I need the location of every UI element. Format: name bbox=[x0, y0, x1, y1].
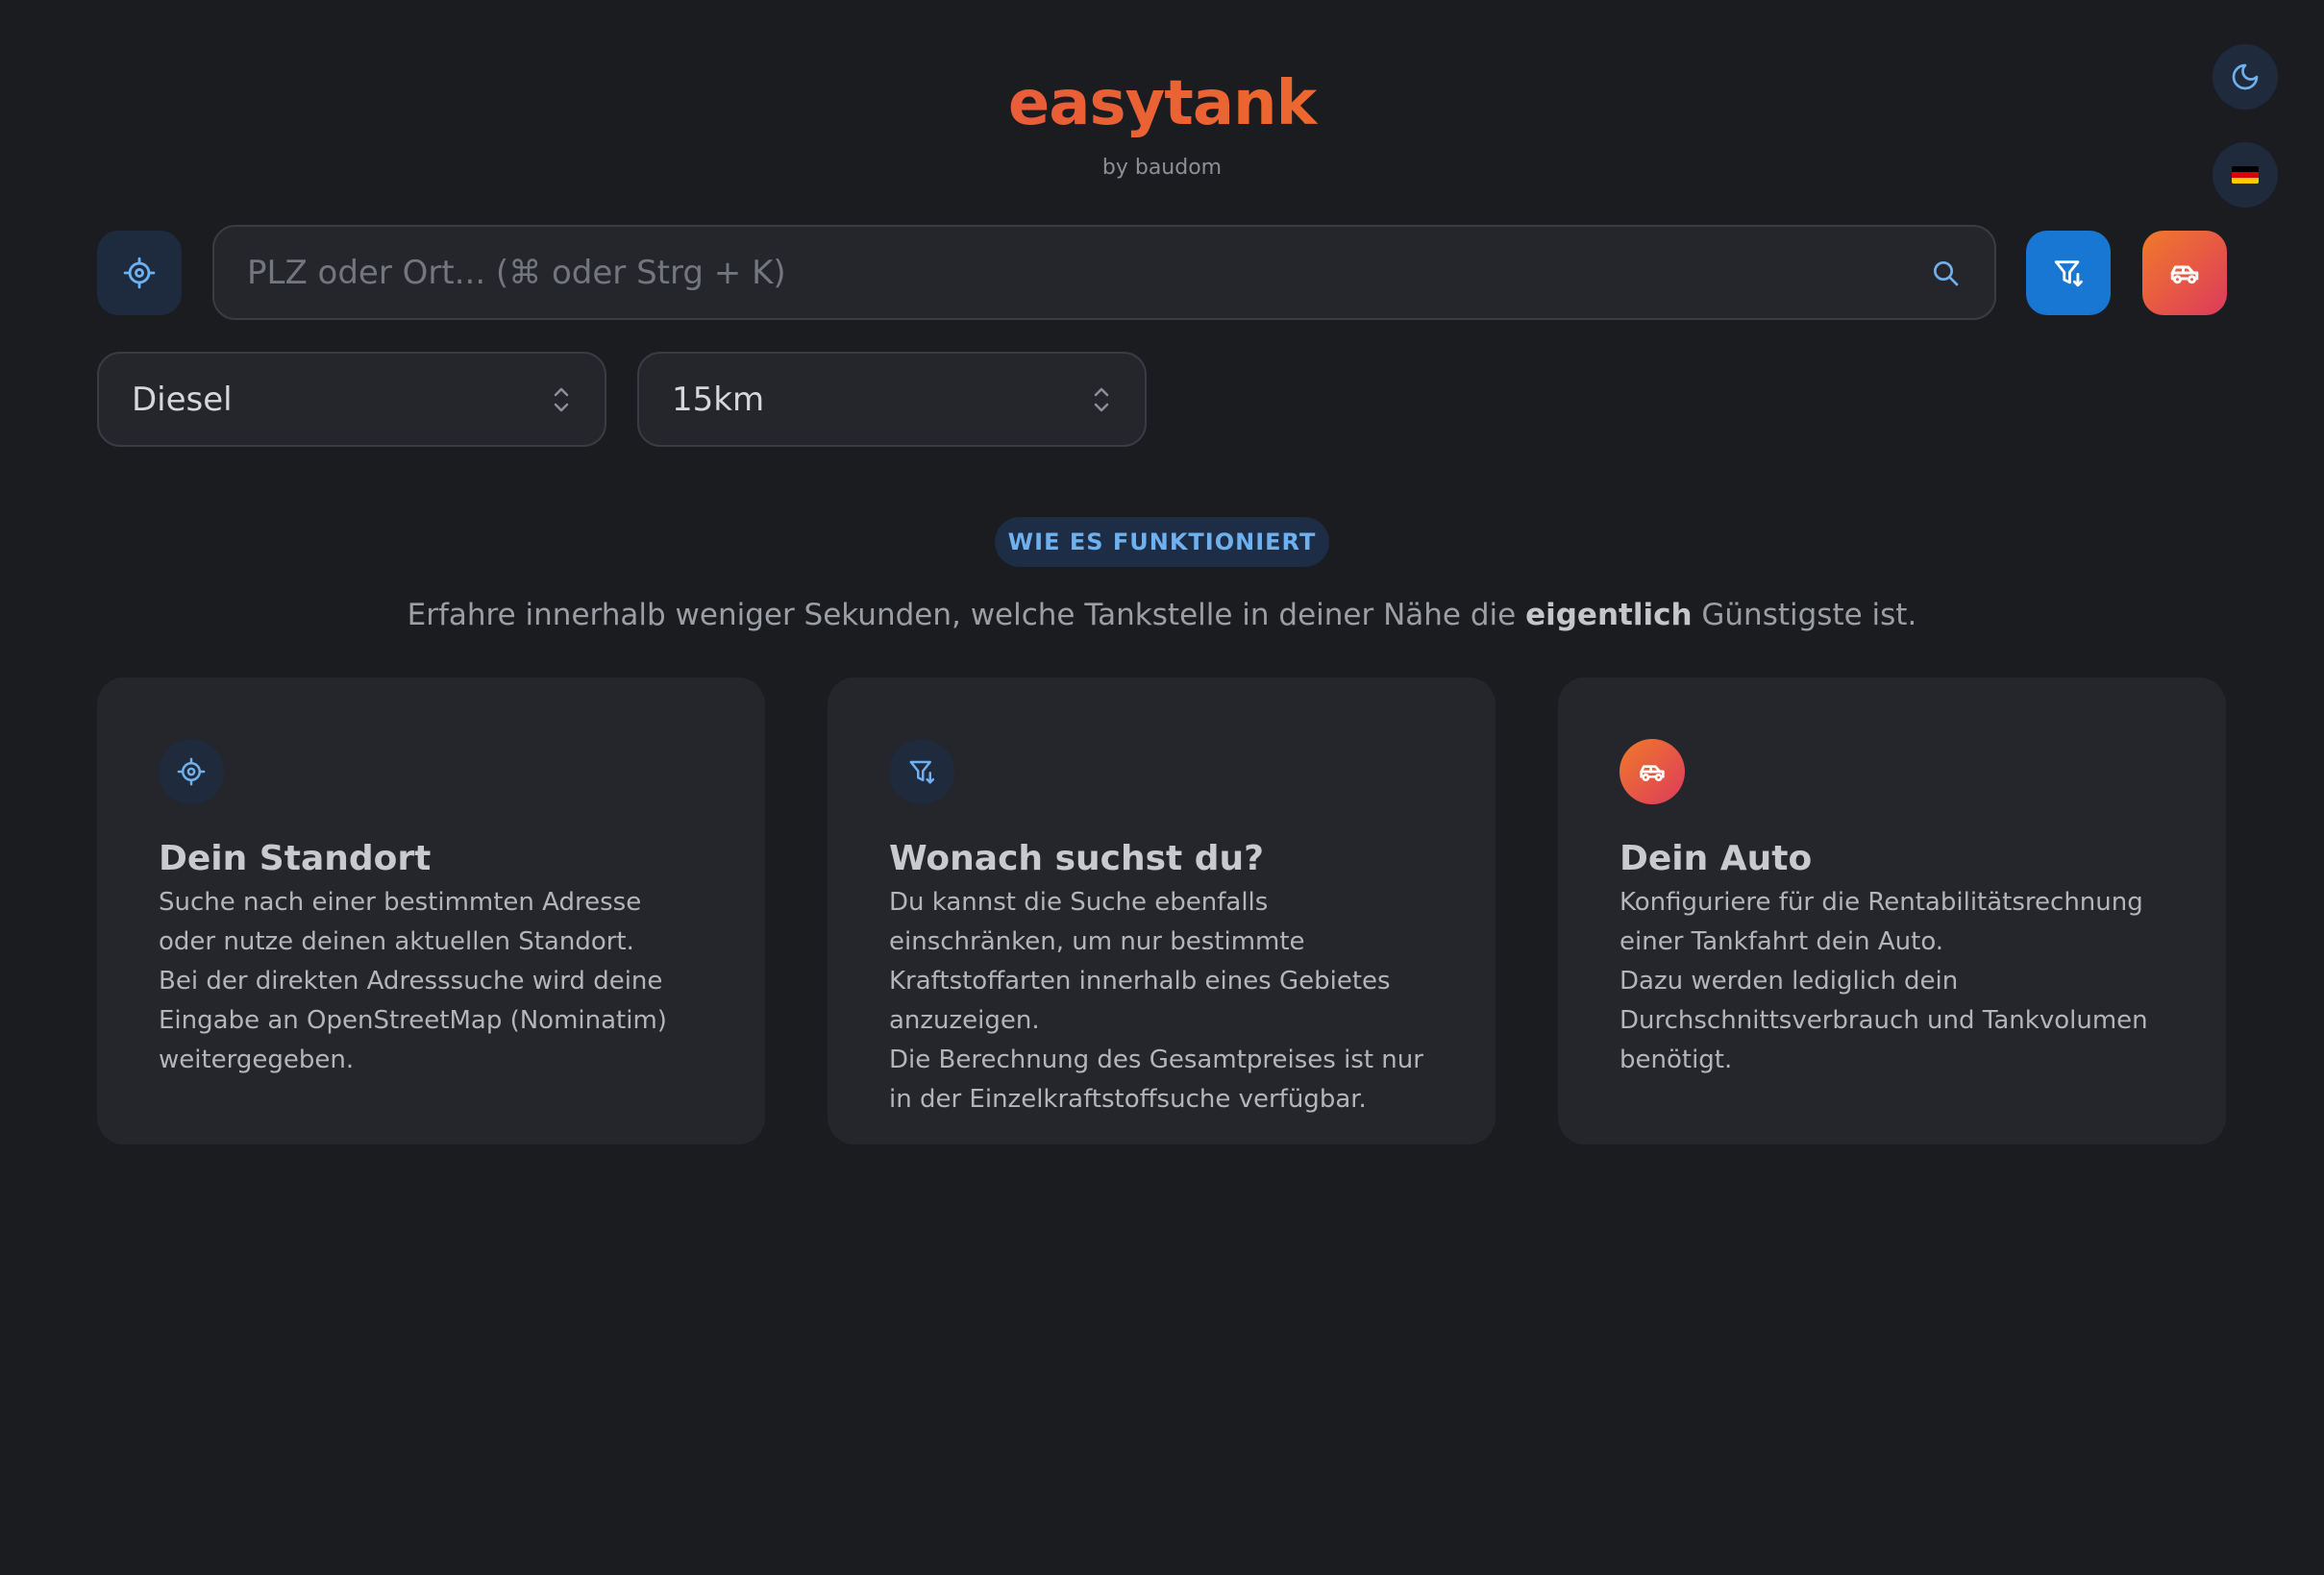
german-flag-icon bbox=[2232, 166, 2259, 184]
card-text: Du kannst die Suche ebenfalls einschränk… bbox=[889, 883, 1434, 1120]
search-input[interactable] bbox=[247, 253, 1929, 292]
page: easytank by baudom PLZ oder Ort... (⌘ od… bbox=[0, 0, 2324, 1575]
card-title: Wonach suchst du? bbox=[889, 839, 1265, 878]
card-text-line: Dazu werden lediglich dein Durchschnitts… bbox=[1619, 967, 2148, 1074]
brand: easytank by baudom bbox=[0, 62, 2324, 180]
card-text-line: Konfiguriere für die Rentabilitätsrechnu… bbox=[1619, 888, 2143, 956]
search-box[interactable] bbox=[212, 225, 1996, 320]
intro-text-after: Günstigste ist. bbox=[1692, 598, 1917, 632]
intro-text-bold: eigentlich bbox=[1525, 598, 1693, 632]
fuel-select-value: Diesel bbox=[132, 380, 233, 419]
crosshair-icon bbox=[123, 257, 156, 289]
card-text-line: Die Berechnung des Gesamtpreises ist nur… bbox=[889, 1046, 1423, 1114]
card-text-line: Suche nach einer bestimmten Adresse oder… bbox=[159, 888, 642, 956]
moon-icon bbox=[2232, 63, 2259, 90]
language-button[interactable] bbox=[2213, 142, 2278, 208]
fuel-select[interactable]: Diesel bbox=[97, 352, 606, 447]
intro-text-before: Erfahre innerhalb weniger Sekunden, welc… bbox=[407, 598, 1526, 632]
feature-card-location: Dein Standort Suche nach einer bestimmte… bbox=[97, 677, 765, 1144]
car-settings-button[interactable] bbox=[2142, 231, 2227, 315]
filter-icon bbox=[889, 739, 954, 804]
crosshair-icon bbox=[159, 739, 224, 804]
card-title: Dein Standort bbox=[159, 839, 432, 878]
card-title: Dein Auto bbox=[1619, 839, 1813, 878]
intro-text: Erfahre innerhalb weniger Sekunden, welc… bbox=[0, 598, 2324, 632]
car-icon bbox=[1619, 739, 1685, 804]
chevron-up-down-icon bbox=[551, 383, 572, 416]
byline: by baudom bbox=[1101, 156, 1223, 180]
app-logo[interactable]: easytank bbox=[0, 62, 2324, 146]
feature-card-filter: Wonach suchst du? Du kannst die Suche eb… bbox=[828, 677, 1496, 1144]
feature-card-car: Dein Auto Konfiguriere für die Rentabili… bbox=[1558, 677, 2226, 1144]
locate-button[interactable] bbox=[97, 231, 182, 315]
theme-toggle-button[interactable] bbox=[2213, 44, 2278, 110]
radius-select[interactable]: 15km bbox=[637, 352, 1147, 447]
filter-icon bbox=[2054, 260, 2083, 287]
car-icon bbox=[2170, 265, 2199, 284]
chevron-up-down-icon bbox=[1091, 383, 1112, 416]
card-text-line: Du kannst die Suche ebenfalls einschränk… bbox=[889, 888, 1391, 1035]
card-text: Konfiguriere für die Rentabilitätsrechnu… bbox=[1619, 883, 2164, 1080]
card-text-line: Bei der direkten Adresssuche wird deine … bbox=[159, 967, 667, 1074]
filter-button[interactable] bbox=[2026, 231, 2111, 315]
how-it-works-badge: WIE ES FUNKTIONIERT bbox=[995, 517, 1329, 567]
radius-select-value: 15km bbox=[672, 380, 765, 419]
search-icon[interactable] bbox=[1929, 257, 1962, 289]
card-text: Suche nach einer bestimmten Adresse oder… bbox=[159, 883, 704, 1080]
